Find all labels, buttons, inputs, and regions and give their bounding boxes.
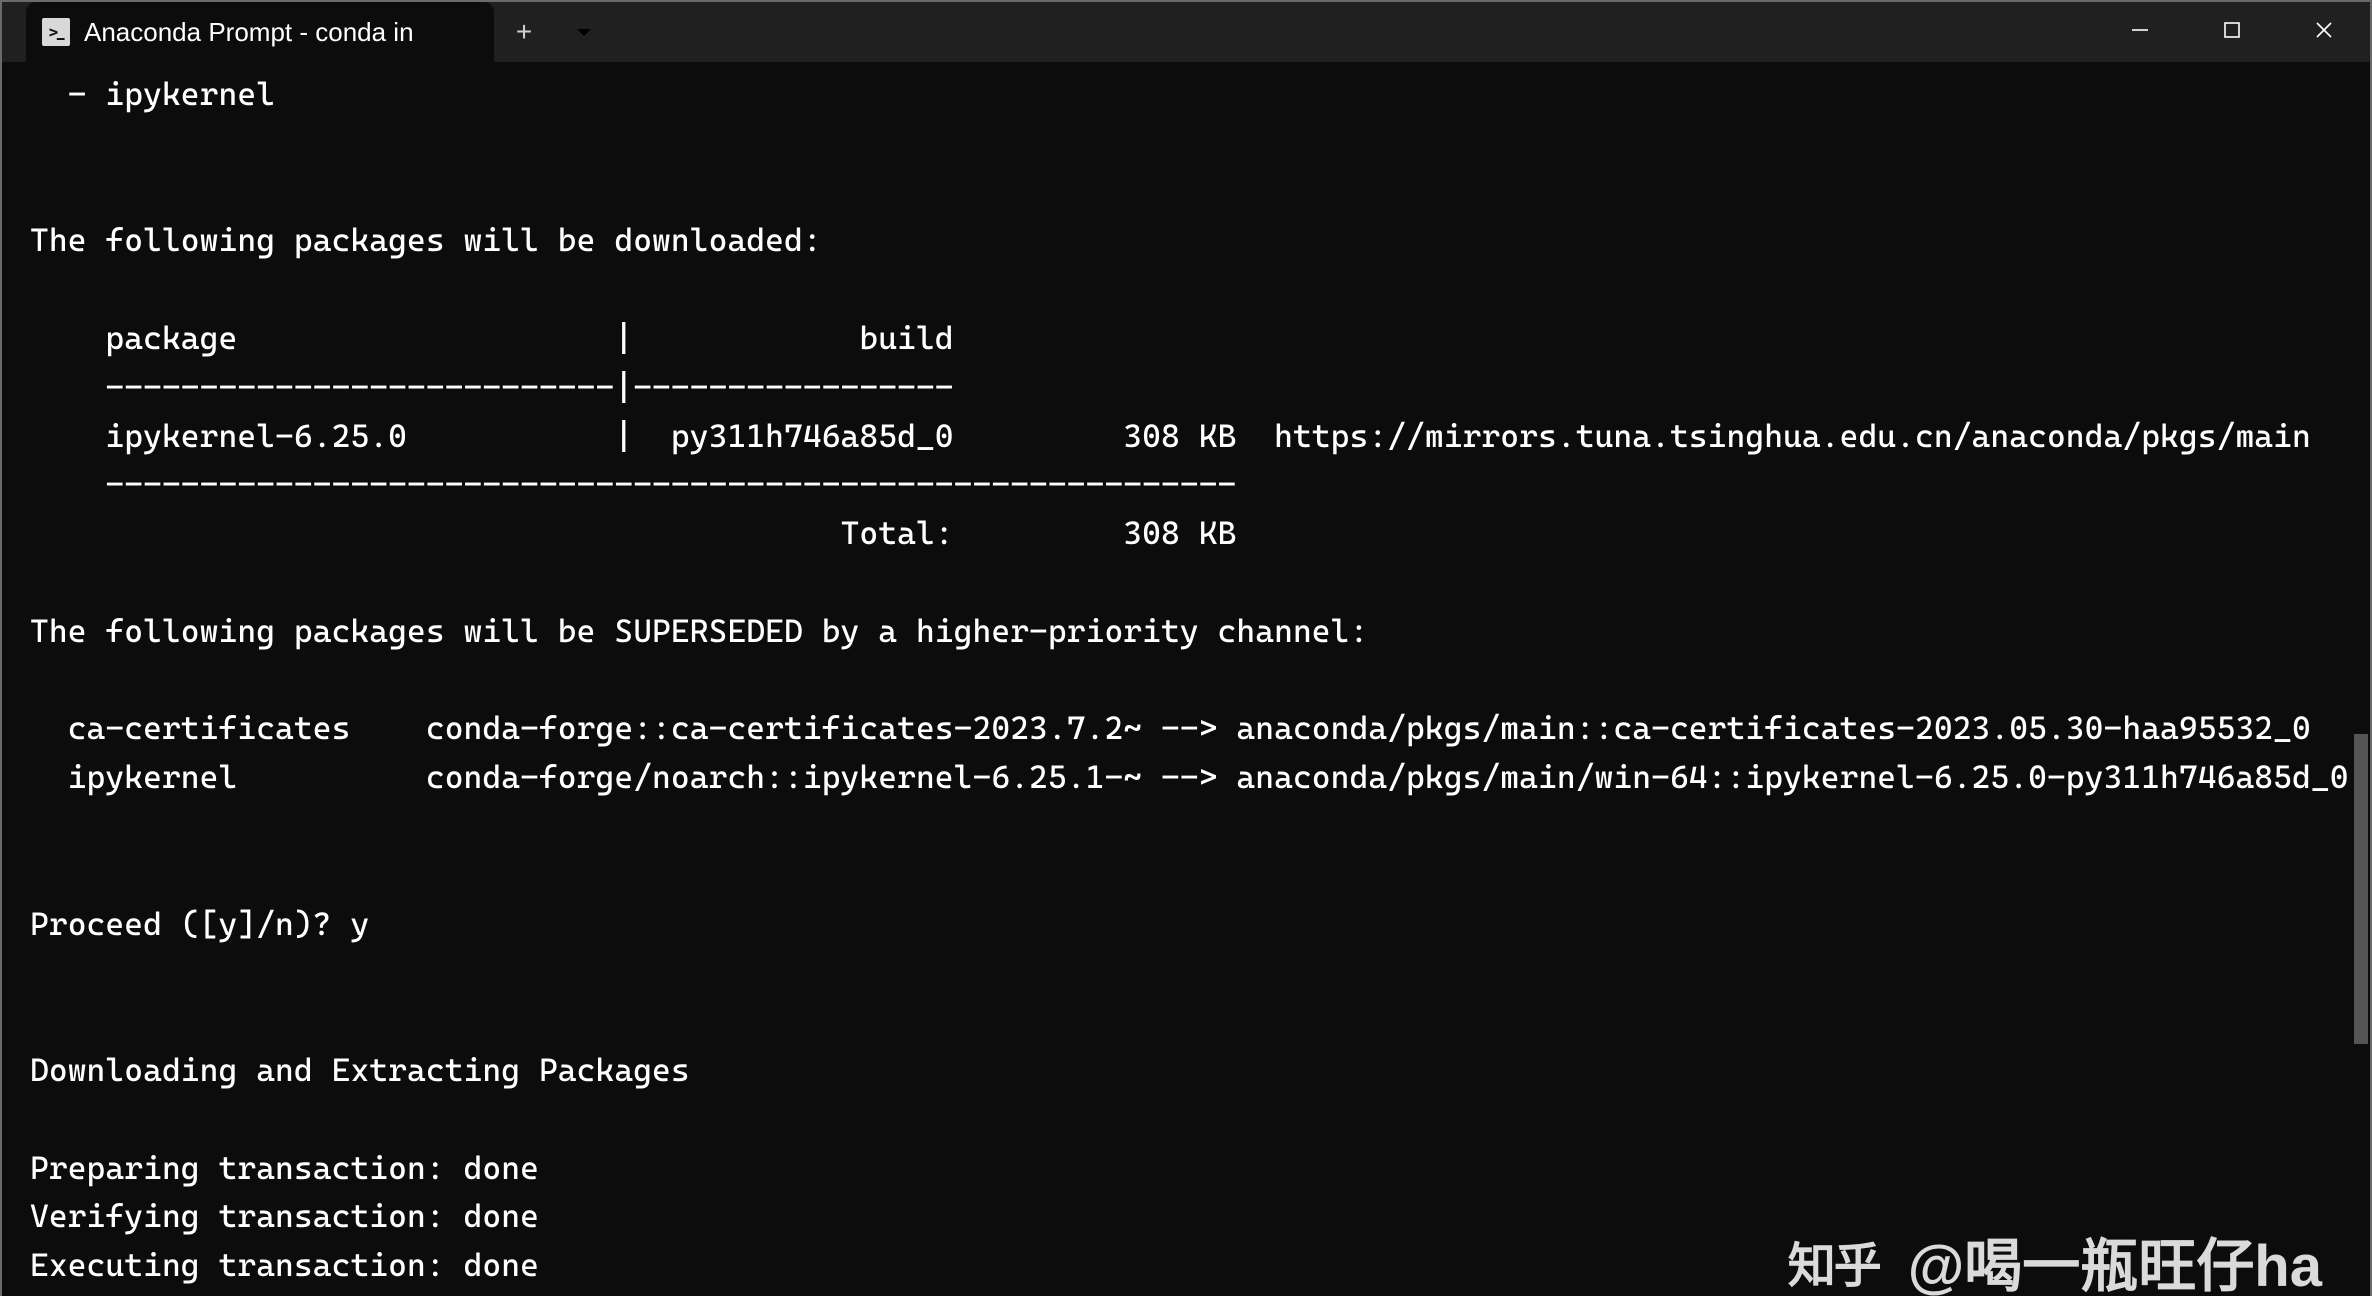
tab-active[interactable]: Anaconda Prompt - conda in <box>26 2 494 62</box>
terminal-output: - ipykernel The following packages will … <box>30 75 2349 1284</box>
terminal-icon <box>42 18 70 46</box>
watermark: 知乎 @喝一瓶旺仔ha <box>1788 1219 2322 1296</box>
scrollbar-thumb[interactable] <box>2354 734 2368 1044</box>
window-controls <box>2094 2 2370 58</box>
tab-dropdown-button[interactable] <box>554 2 614 62</box>
terminal-window: Anaconda Prompt - conda in + - ipykern <box>0 0 2372 1296</box>
zhihu-logo: 知乎 <box>1788 1226 1880 1296</box>
close-icon <box>2314 20 2334 40</box>
maximize-button[interactable] <box>2186 2 2278 58</box>
minimize-icon <box>2130 20 2150 40</box>
watermark-handle: @喝一瓶旺仔ha <box>1908 1219 2322 1296</box>
tab-strip: Anaconda Prompt - conda in + <box>2 2 614 62</box>
close-icon <box>453 23 471 41</box>
new-tab-button[interactable]: + <box>494 2 554 62</box>
close-window-button[interactable] <box>2278 2 2370 58</box>
tab-title: Anaconda Prompt - conda in <box>84 17 434 48</box>
terminal-area[interactable]: - ipykernel The following packages will … <box>2 62 2370 1296</box>
minimize-button[interactable] <box>2094 2 2186 58</box>
maximize-icon <box>2223 21 2241 39</box>
titlebar: Anaconda Prompt - conda in + <box>2 2 2370 62</box>
close-tab-button[interactable] <box>448 18 476 46</box>
chevron-down-icon <box>573 21 595 43</box>
